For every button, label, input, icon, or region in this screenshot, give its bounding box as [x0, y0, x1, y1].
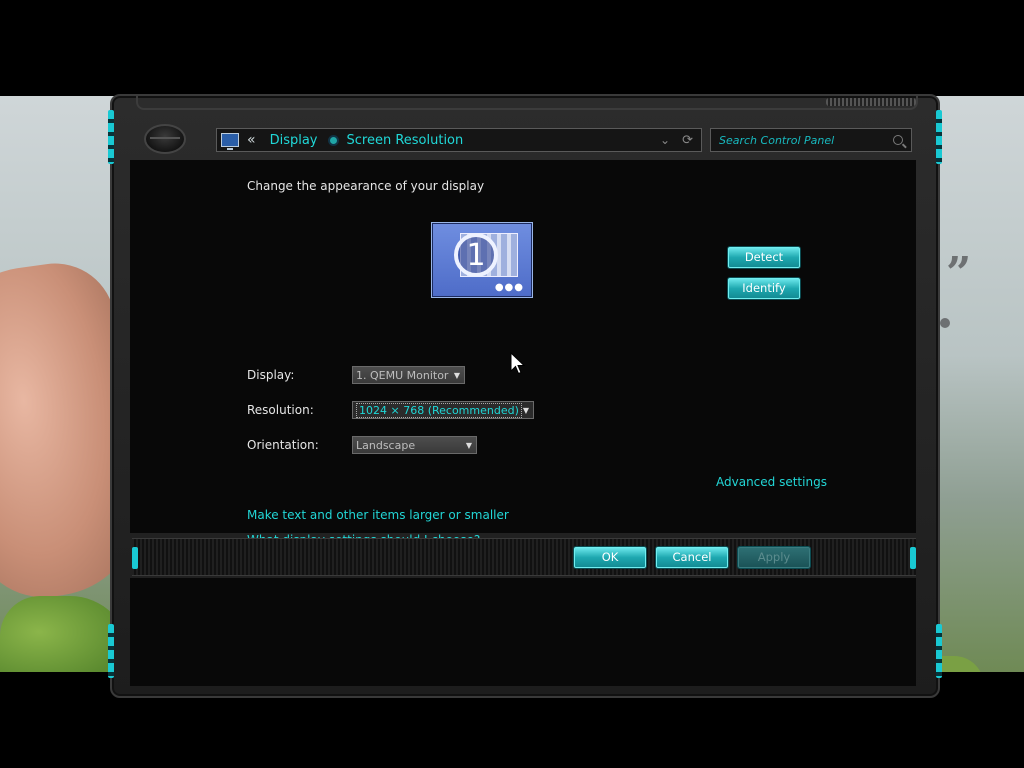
cancel-button[interactable]: Cancel [656, 547, 728, 568]
orientation-select-value: Landscape [356, 439, 416, 452]
search-input[interactable] [717, 132, 891, 148]
monitor-number-badge: 1 [454, 233, 498, 277]
content-pane: Change the appearance of your display 1 … [130, 160, 916, 547]
chevron-down-icon: ▼ [522, 406, 529, 415]
lower-panel [130, 578, 916, 686]
breadcrumb-screen-resolution[interactable]: Screen Resolution [347, 133, 464, 148]
detect-button[interactable]: Detect [728, 247, 800, 268]
chevron-down-icon: ▼ [453, 371, 460, 380]
orientation-select[interactable]: Landscape ▼ [352, 436, 477, 454]
search-icon[interactable] [893, 135, 903, 145]
advanced-settings-link[interactable]: Advanced settings [716, 475, 827, 489]
resolution-label: Resolution: [247, 403, 314, 417]
refresh-icon[interactable]: ⟳ [682, 133, 693, 148]
search-box[interactable] [710, 128, 912, 152]
command-bar-cap-right [910, 547, 916, 569]
text-size-link[interactable]: Make text and other items larger or smal… [247, 508, 509, 522]
frame-light-right-bottom [936, 624, 942, 678]
monitor-preview[interactable]: 1 ●●● [431, 222, 533, 298]
display-select[interactable]: 1. QEMU Monitor ▼ [352, 366, 465, 384]
screen-resolution-window: « Display Screen Resolution ⌄ ⟳ Change t… [108, 94, 942, 698]
wallpaper-dot [940, 318, 950, 328]
frame-light-left-top [108, 110, 114, 164]
address-dropdown-chevron-icon[interactable]: ⌄ [660, 133, 670, 147]
breadcrumb-separator-icon[interactable] [329, 136, 337, 144]
resolution-select-value: 1024 × 768 (Recommended) [356, 403, 522, 418]
frame-grill [826, 98, 916, 106]
command-bar-cap-left [132, 547, 138, 569]
apply-button[interactable]: Apply [738, 547, 810, 568]
mouse-cursor-icon [510, 352, 526, 375]
display-select-value: 1. QEMU Monitor [356, 369, 449, 382]
orientation-label: Orientation: [247, 438, 319, 452]
display-control-panel-icon [221, 133, 239, 150]
frame-light-right-top [936, 110, 942, 164]
ok-button[interactable]: OK [574, 547, 646, 568]
command-bar: OK Cancel Apply [132, 538, 916, 576]
chevron-down-icon: ▼ [465, 441, 472, 450]
wallpaper-quote-icon: ” [946, 248, 972, 299]
monitor-preview-dots-icon: ●●● [494, 282, 524, 293]
resolution-select[interactable]: 1024 × 768 (Recommended) ▼ [352, 401, 534, 419]
frame-light-left-bottom [108, 624, 114, 678]
window-orb-icon[interactable] [144, 124, 186, 154]
address-bar[interactable]: « Display Screen Resolution ⌄ ⟳ [216, 128, 702, 152]
frame-top-notch [136, 96, 918, 110]
breadcrumb-display[interactable]: Display [270, 133, 318, 148]
breadcrumb-overflow-button[interactable]: « [247, 132, 256, 148]
identify-button[interactable]: Identify [728, 278, 800, 299]
page-title: Change the appearance of your display [247, 179, 485, 193]
display-label: Display: [247, 368, 295, 382]
